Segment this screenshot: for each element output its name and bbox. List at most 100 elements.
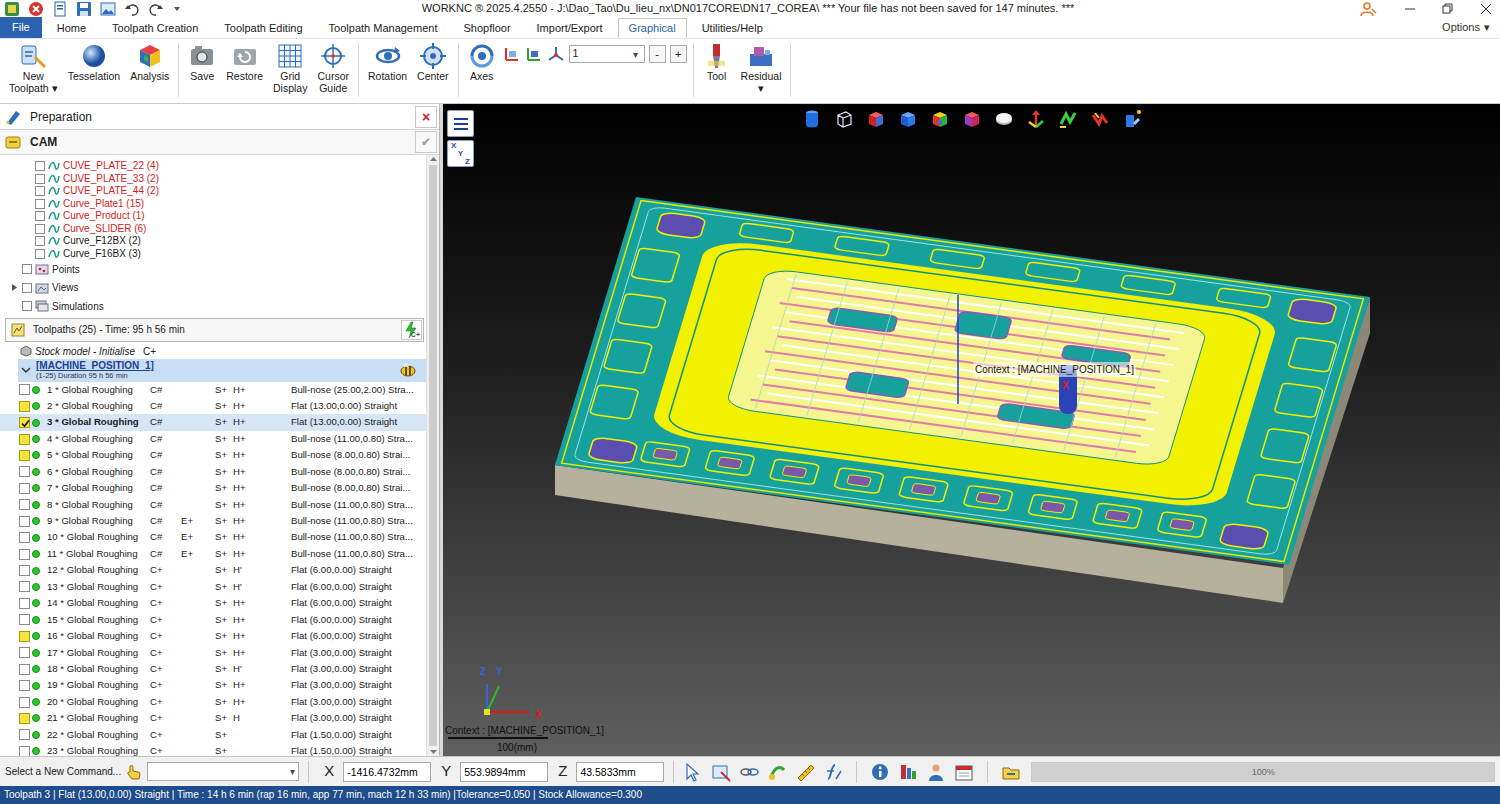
toolpath-row[interactable]: 22 * Global RoughingC+S+Flat (1.50,0.00)… bbox=[0, 727, 426, 743]
disk-icon[interactable] bbox=[994, 109, 1014, 129]
tree-node[interactable]: Views bbox=[0, 279, 426, 298]
chevron-icon[interactable] bbox=[21, 366, 31, 374]
toolpath-row[interactable]: 19 * Global RoughingC+S+H+Flat (3.00,0.0… bbox=[0, 677, 426, 693]
scroll-thumb[interactable] bbox=[429, 165, 437, 746]
curve-item[interactable]: CUVE_PLATE_22 (4) bbox=[0, 160, 426, 173]
curve-checkbox[interactable] bbox=[35, 186, 45, 196]
tool-library-icon[interactable] bbox=[898, 762, 918, 782]
restore-icon[interactable] bbox=[1442, 3, 1454, 15]
curve-checkbox[interactable] bbox=[35, 174, 45, 184]
menu-tab[interactable]: Graphical bbox=[618, 18, 687, 38]
display-checkbox[interactable] bbox=[19, 680, 30, 691]
curve-item[interactable]: Curve_SLIDER (6) bbox=[0, 223, 426, 236]
command-combo[interactable]: ▾ bbox=[147, 762, 299, 781]
display-checkbox[interactable] bbox=[19, 664, 30, 675]
toolpath-row[interactable]: 13 * Global RoughingC+S+H'Flat (6.00,0.0… bbox=[0, 579, 426, 595]
coordinate-field[interactable] bbox=[576, 762, 664, 782]
machine-position-header[interactable]: [MACHINE_POSITION_1](1-25) Duration 95 h… bbox=[18, 359, 426, 382]
workzone-icon[interactable] bbox=[1001, 762, 1021, 782]
toolpath-row[interactable]: 21 * Global RoughingC+S+HFlat (3.00,0.00… bbox=[0, 710, 426, 726]
bee-icon[interactable] bbox=[398, 362, 418, 378]
ribbon-button[interactable]: Center bbox=[414, 41, 452, 83]
coordinate-field[interactable] bbox=[343, 762, 431, 782]
file-menu[interactable]: File bbox=[0, 17, 42, 38]
graphics-viewport[interactable]: XYZContext : [MACHINE_POSITION_1]XZYXCon… bbox=[443, 104, 1500, 756]
toolpath-row[interactable]: 12 * Global RoughingC+S+H'Flat (6.00,0.0… bbox=[0, 562, 426, 578]
tree-node[interactable]: Simulations bbox=[0, 297, 426, 316]
measure-icon[interactable] bbox=[795, 762, 815, 782]
curve-checkbox[interactable] bbox=[35, 199, 45, 209]
toolpath-row[interactable]: 4 * Global RoughingC#S+H+Bull-nose (11.0… bbox=[0, 431, 426, 447]
toolpath-row[interactable]: 15 * Global RoughingC+S+H+Flat (6.00,0.0… bbox=[0, 612, 426, 628]
schedule-icon[interactable] bbox=[954, 762, 974, 782]
curve-item[interactable]: CUVE_PLATE_44 (2) bbox=[0, 185, 426, 198]
display-checkbox[interactable] bbox=[19, 499, 30, 510]
close-window-icon[interactable] bbox=[1480, 3, 1492, 15]
display-checkbox[interactable] bbox=[19, 532, 30, 543]
shaded-cylinder-icon[interactable] bbox=[802, 109, 822, 129]
pick-entity-icon[interactable] bbox=[711, 762, 731, 782]
toolpath-row[interactable]: 7 * Global RoughingC#S+H+Bull-nose (8.00… bbox=[0, 480, 426, 496]
machine-label[interactable]: [MACHINE_POSITION_1] bbox=[36, 360, 154, 371]
display-checkbox[interactable] bbox=[19, 417, 30, 428]
display-checkbox[interactable] bbox=[19, 450, 30, 461]
toolpath-row[interactable]: 18 * Global RoughingC+S+H'Flat (3.00,0.0… bbox=[0, 661, 426, 677]
plus-button[interactable]: + bbox=[670, 45, 687, 63]
scroll-up-icon[interactable] bbox=[429, 155, 438, 163]
green-path-icon[interactable] bbox=[1058, 109, 1078, 129]
screenshot-icon[interactable] bbox=[100, 1, 116, 17]
red-blue-cube-icon[interactable] bbox=[866, 109, 886, 129]
curve-checkbox[interactable] bbox=[35, 211, 45, 221]
minimize-icon[interactable] bbox=[1404, 3, 1416, 15]
tree-node[interactable]: Points bbox=[0, 260, 426, 279]
options-menu[interactable]: Options▾ bbox=[1442, 19, 1500, 36]
menu-tab[interactable]: Shopfloor bbox=[452, 18, 521, 38]
view-iso-icon[interactable] bbox=[547, 45, 565, 63]
info-icon[interactable] bbox=[870, 762, 890, 782]
display-checkbox[interactable] bbox=[19, 598, 30, 609]
display-checkbox[interactable] bbox=[19, 565, 30, 576]
display-checkbox[interactable] bbox=[19, 434, 30, 445]
curve-item[interactable]: Curve_Product (1) bbox=[0, 210, 426, 223]
close-file-icon[interactable] bbox=[28, 1, 44, 17]
toolpath-row[interactable]: 10 * Global RoughingC#E+S+H+Bull-nose (1… bbox=[0, 529, 426, 545]
display-checkbox[interactable] bbox=[19, 713, 30, 724]
close-panel-button[interactable]: × bbox=[415, 106, 437, 128]
compute-button[interactable]: C+ bbox=[401, 320, 422, 340]
toolpaths-header[interactable]: Toolpaths (25) - Time: 95 h 56 minC+ bbox=[5, 318, 424, 342]
menu-tab[interactable]: Toolpath Editing bbox=[213, 18, 313, 38]
curve-checkbox[interactable] bbox=[35, 224, 45, 234]
ribbon-button[interactable]: GridDisplay bbox=[270, 41, 310, 95]
function-icon[interactable] bbox=[823, 762, 843, 782]
display-checkbox[interactable] bbox=[19, 581, 30, 592]
ribbon-button[interactable]: Axes bbox=[465, 41, 499, 83]
customize-icon[interactable] bbox=[172, 3, 182, 15]
ribbon-button[interactable]: CursorGuide bbox=[314, 41, 352, 95]
tree-scrollbar[interactable] bbox=[426, 155, 439, 756]
toolpath-row[interactable]: 17 * Global RoughingC+S+H+Flat (3.00,0.0… bbox=[0, 645, 426, 661]
menu-tab[interactable]: Toolpath Management bbox=[318, 18, 449, 38]
toolpath-row[interactable]: 1 * Global RoughingC#S+H+Bull-nose (25.0… bbox=[0, 382, 426, 398]
toolpath-row[interactable]: 3 * Global RoughingC#S+H+Flat (13.00,0.0… bbox=[0, 414, 426, 430]
curve-checkbox[interactable] bbox=[35, 236, 45, 246]
curve-item[interactable]: Curve_Plate1 (15) bbox=[0, 198, 426, 211]
part-model[interactable] bbox=[443, 104, 1500, 756]
undo-icon[interactable] bbox=[124, 1, 140, 17]
display-checkbox[interactable] bbox=[19, 483, 30, 494]
node-checkbox[interactable] bbox=[22, 283, 32, 293]
display-checkbox[interactable] bbox=[19, 631, 30, 642]
curve-checkbox[interactable] bbox=[35, 249, 45, 259]
redo-icon[interactable] bbox=[148, 1, 164, 17]
display-checkbox[interactable] bbox=[19, 384, 30, 395]
ribbon-button[interactable]: Analysis bbox=[127, 41, 172, 83]
command-input[interactable] bbox=[148, 764, 287, 779]
paint-icon[interactable] bbox=[767, 762, 787, 782]
new-file-icon[interactable] bbox=[52, 1, 68, 17]
menu-tab[interactable]: Toolpath Creation bbox=[101, 18, 209, 38]
ribbon-button[interactable]: Restore bbox=[223, 41, 266, 83]
menu-tab[interactable]: Import/Export bbox=[526, 18, 614, 38]
ribbon-button[interactable]: Rotation bbox=[365, 41, 410, 83]
view-number-combo[interactable]: 1▾ bbox=[569, 45, 645, 63]
display-checkbox[interactable] bbox=[19, 729, 30, 740]
view-front-icon[interactable] bbox=[525, 45, 543, 63]
